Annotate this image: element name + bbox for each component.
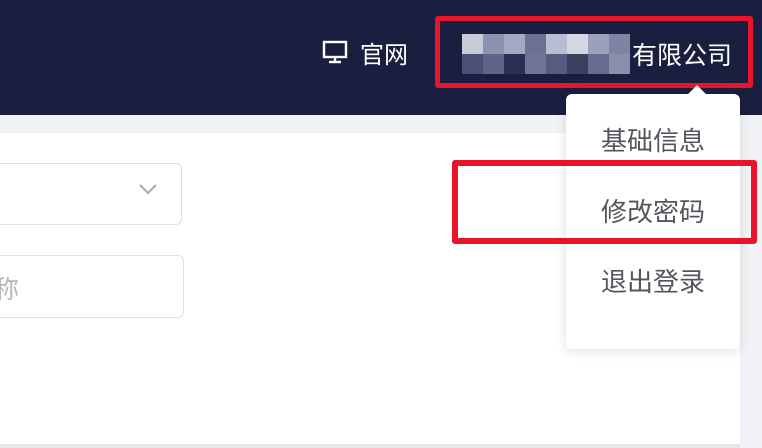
filter-select[interactable] — [0, 163, 182, 225]
company-highlight-box — [435, 16, 753, 88]
bottom-divider — [0, 444, 740, 448]
menu-item-basic-info[interactable]: 基础信息 — [566, 114, 740, 164]
website-link[interactable]: 官网 — [322, 34, 408, 70]
website-label: 官网 — [360, 40, 408, 69]
monitor-icon — [322, 39, 348, 65]
nickname-input-placeholder: 昵称 — [0, 270, 19, 306]
change-password-highlight-box — [452, 160, 757, 244]
menu-item-logout[interactable]: 退出登录 — [566, 255, 740, 305]
chevron-down-icon — [137, 178, 159, 200]
nickname-input[interactable]: 昵称 — [0, 255, 184, 318]
